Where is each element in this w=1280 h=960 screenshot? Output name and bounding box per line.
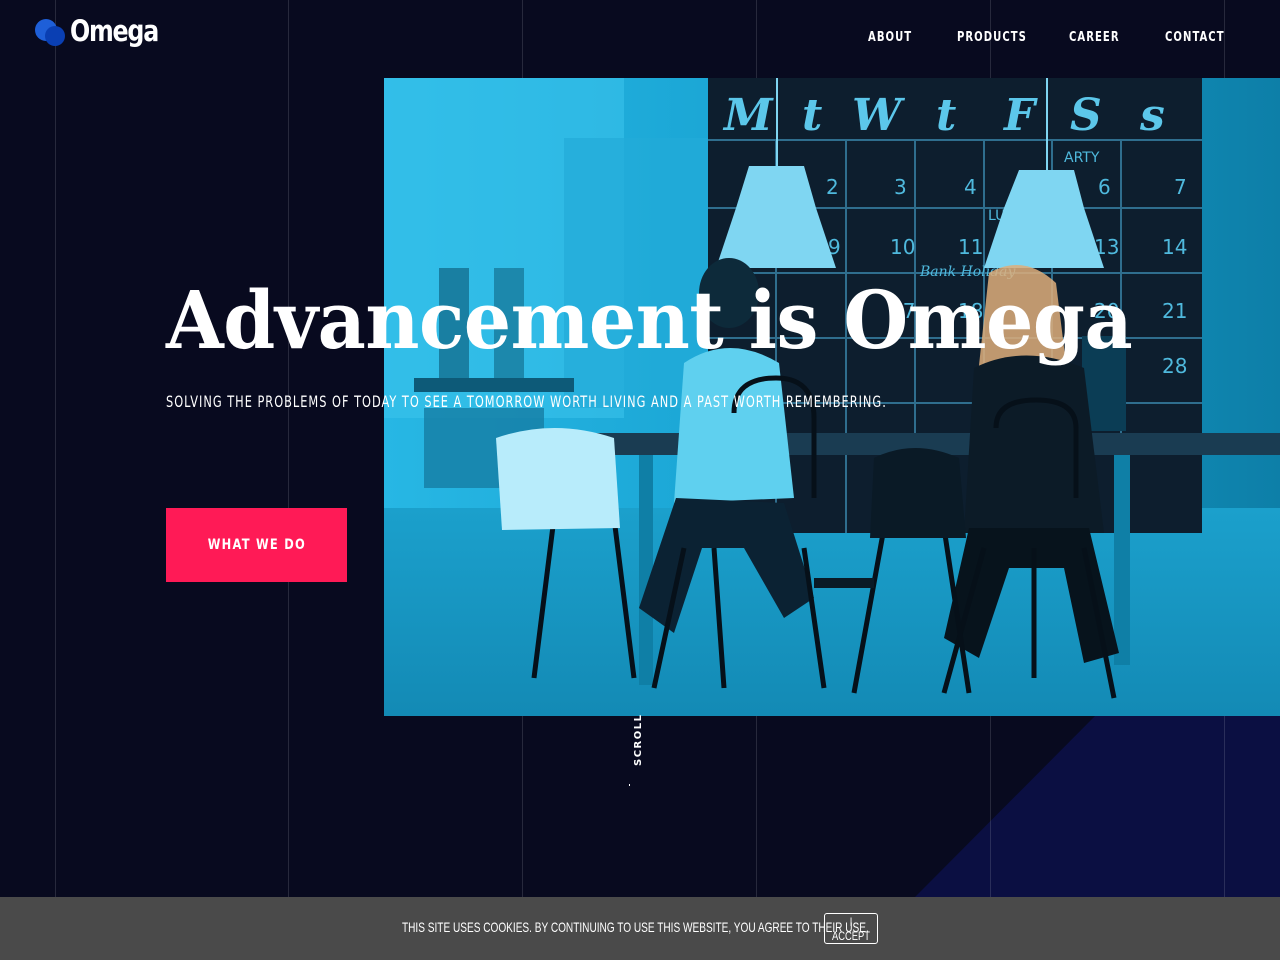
accept-cookies-button[interactable]: I ACCEPT	[824, 913, 878, 944]
cookie-banner: THIS SITE USES COOKIES. BY CONTINUING TO…	[0, 897, 1280, 960]
svg-text:F: F	[1002, 90, 1038, 141]
svg-text:2: 2	[826, 175, 839, 199]
nav-item-about[interactable]: ABOUT	[868, 30, 912, 45]
svg-text:ARTY: ARTY	[1064, 150, 1100, 166]
accept-cookies-label: I ACCEPT	[832, 914, 870, 943]
svg-text:M: M	[722, 90, 774, 141]
svg-text:3: 3	[894, 175, 907, 199]
scroll-label: SCROLL	[633, 713, 644, 767]
scroll-indicator[interactable]: SCROLL	[633, 714, 649, 767]
page: Omega ABOUT PRODUCTS CAREER CONTACT M t …	[0, 0, 1280, 960]
grid-line	[288, 0, 289, 960]
hero-title: Advancement is Omega	[166, 273, 1133, 367]
svg-text:s: s	[1139, 90, 1165, 141]
svg-text:S: S	[1070, 90, 1102, 141]
hero-subtitle: SOLVING THE PROBLEMS OF TODAY TO SEE A T…	[166, 392, 887, 411]
svg-text:21: 21	[1162, 299, 1187, 323]
svg-text:14: 14	[1162, 235, 1187, 259]
what-we-do-label: WHAT WE DO	[207, 537, 306, 553]
svg-text:t: t	[802, 90, 822, 141]
svg-text:W: W	[852, 90, 906, 141]
svg-text:28: 28	[1162, 354, 1187, 378]
grid-line	[55, 0, 56, 960]
cookie-message: THIS SITE USES COOKIES. BY CONTINUING TO…	[402, 919, 869, 935]
nav-item-contact[interactable]: CONTACT	[1165, 30, 1225, 45]
svg-text:7: 7	[1174, 175, 1187, 199]
svg-text:6: 6	[1098, 175, 1111, 199]
svg-text:10: 10	[890, 235, 915, 259]
main-nav: ABOUT PRODUCTS CAREER CONTACT	[0, 30, 1280, 50]
svg-text:t: t	[936, 90, 956, 141]
scroll-line	[629, 784, 630, 786]
nav-item-products[interactable]: PRODUCTS	[957, 30, 1027, 45]
what-we-do-button[interactable]: WHAT WE DO	[166, 508, 347, 582]
svg-text:11: 11	[958, 235, 983, 259]
nav-item-career[interactable]: CAREER	[1069, 30, 1120, 45]
svg-text:4: 4	[964, 175, 977, 199]
